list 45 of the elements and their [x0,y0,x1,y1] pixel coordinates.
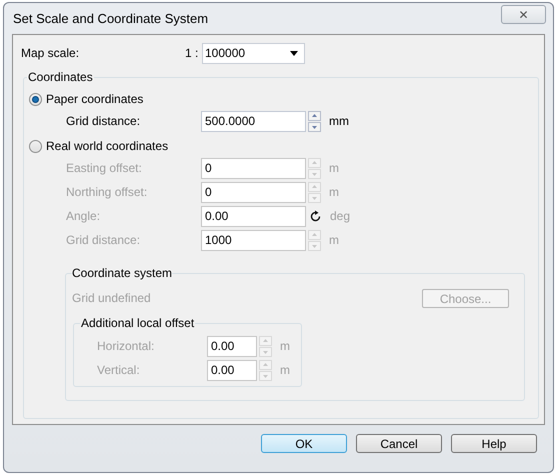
scale-dropdown[interactable]: 100000 [202,42,305,64]
field-label: Easting offset: [65,160,143,177]
group-title: Additional local offset [80,315,196,332]
spin-down-icon[interactable] [259,370,272,380]
spin-down-icon[interactable] [308,168,321,178]
unit-label: deg [330,208,350,225]
spin-down-icon[interactable] [308,122,321,132]
spin-up-icon[interactable] [259,336,272,346]
field-label: Angle: [65,208,102,225]
map-scale-label: Map scale: [20,45,80,62]
spin-up-icon[interactable] [259,360,272,370]
spin-up-icon[interactable] [308,230,321,240]
field-label: Northing offset: [65,184,148,201]
window-title: Set Scale and Coordinate System [13,10,208,28]
close-button[interactable]: ✕ [501,5,546,24]
unit-label: m [329,160,339,177]
grid-status-text: Grid undefined [72,290,151,307]
spin-up-icon[interactable] [308,182,321,192]
radio-button[interactable] [29,140,42,152]
dropdown-caret-icon [290,50,298,56]
dialog-button[interactable]: Cancel [356,434,442,453]
unit-label: mm [329,113,349,130]
radio-label[interactable]: Real world coordinates [46,137,168,155]
spin-up-icon[interactable] [308,110,321,120]
field-label: Grid distance: [65,232,142,249]
rotate-icon[interactable] [309,210,322,222]
spin-down-icon[interactable] [308,240,321,250]
radio-button[interactable] [29,92,42,106]
field-label: Grid distance: [65,113,142,130]
number-field[interactable]: 500.0000 [201,110,306,132]
ratio-label: 1 : [185,45,200,62]
group-title: Coordinate system [72,265,172,282]
spin-down-icon[interactable] [308,192,321,202]
field-label: Horizontal: [96,338,156,355]
dialog-button[interactable]: OK [261,434,347,453]
unit-label: m [329,184,339,201]
spin-up-icon[interactable] [308,158,321,168]
unit-label: m [280,362,290,379]
dialog-button[interactable]: Help [451,434,537,453]
unit-label: m [329,232,339,249]
spin-down-icon[interactable] [259,346,272,356]
radio-label[interactable]: Paper coordinates [46,90,144,108]
field-label: Vertical: [96,362,141,379]
group-title: Coordinates [27,69,94,86]
unit-label: m [280,338,290,355]
